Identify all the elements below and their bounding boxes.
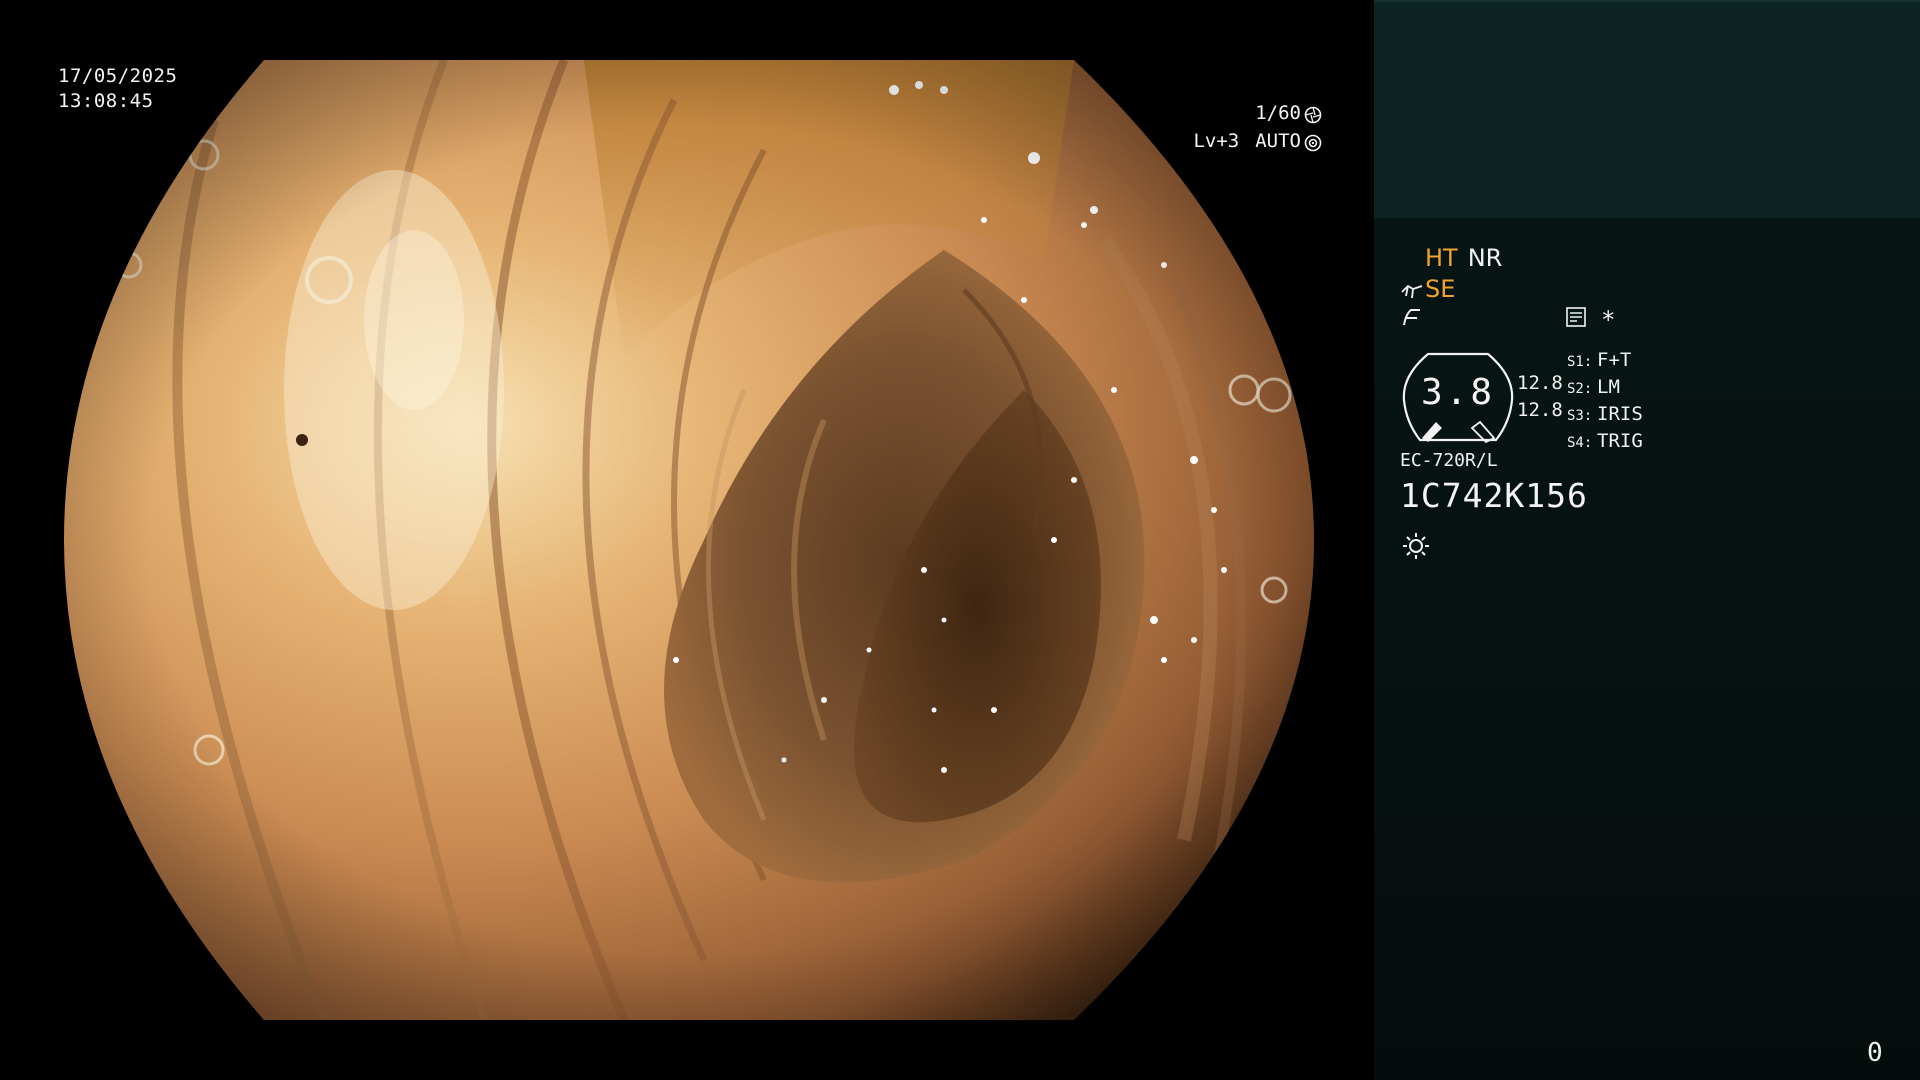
enhance-icon — [1400, 305, 1425, 327]
mode-line-3 — [1400, 305, 1502, 327]
mode-nr: NR — [1467, 244, 1503, 272]
switch-row: S4: TRIG — [1567, 429, 1643, 456]
shutter-icon — [1304, 104, 1322, 124]
endoscope-view — [64, 60, 1314, 1020]
switch-value: LM — [1597, 376, 1620, 398]
switch-key: S3: — [1567, 408, 1593, 424]
switch-value: IRIS — [1597, 403, 1643, 425]
light-icon — [1401, 531, 1431, 561]
switch-row: S1: F+T — [1567, 348, 1643, 375]
memo-icon — [1565, 306, 1587, 334]
asterisk-indicator: * — [1601, 306, 1616, 334]
mode-line-1: HT NR — [1400, 243, 1502, 274]
shutter-row: 1/60 — [1193, 99, 1322, 127]
switch-value: TRIG — [1597, 430, 1643, 452]
switch-key: S2: — [1567, 381, 1593, 397]
date-text: 17/05/2025 — [58, 65, 178, 87]
shutter-speed-text: 1/60 — [1255, 102, 1301, 124]
exposure-overlay: 1/60 Lv+3 AUTO — [1193, 99, 1322, 155]
scope-model: EC-720R/L — [1400, 450, 1498, 471]
switch-key: S1: — [1567, 354, 1593, 370]
switch-row: S3: IRIS — [1567, 402, 1643, 429]
switch-key: S4: — [1567, 435, 1593, 451]
switch-assignments: S1: F+T S2: LM S3: IRIS S4: TRIG — [1567, 348, 1643, 456]
gauge-side-bottom: 12.8 — [1517, 399, 1563, 421]
endoscope-image-area: 17/05/2025 13:08:45 1/60 Lv+3 AUTO — [0, 0, 1374, 1080]
scope-serial: 1C742K156 — [1400, 476, 1588, 515]
mode-hand-icon — [1400, 279, 1425, 301]
date-time-overlay: 17/05/2025 13:08:45 — [58, 64, 177, 114]
iris-mode-text: AUTO — [1255, 130, 1301, 152]
gauge: 3.8 — [1400, 350, 1516, 444]
mode-indicators: HT NR SE — [1400, 243, 1502, 327]
time-text: 13:08:45 — [58, 90, 154, 112]
mode-ht: HT — [1425, 244, 1458, 272]
mode-line-2: SE — [1400, 274, 1502, 305]
gauge-side-values: 12.8 12.8 — [1517, 370, 1563, 424]
iris-row: Lv+3 AUTO — [1193, 127, 1322, 155]
switch-value: F+T — [1597, 349, 1632, 371]
switch-row: S2: LM — [1567, 375, 1643, 402]
gauge-value: 3.8 — [1420, 372, 1496, 413]
status-icons: * — [1565, 306, 1615, 334]
gauge-side-top: 12.8 — [1517, 372, 1563, 394]
image-counter: 0 — [1867, 1038, 1883, 1068]
patient-info-area — [1374, 0, 1920, 218]
colon-lumen-image — [64, 60, 1314, 1020]
iris-icon — [1304, 132, 1322, 152]
endoscopy-screen: 17/05/2025 13:08:45 1/60 Lv+3 AUTO HT NR… — [0, 0, 1920, 1080]
level-text: Lv+3 — [1193, 130, 1240, 152]
mode-se: SE — [1425, 275, 1456, 303]
